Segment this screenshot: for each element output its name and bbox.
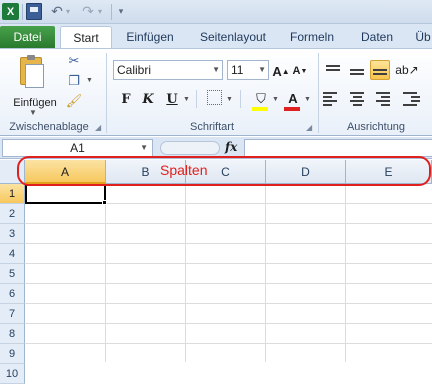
align-bottom-icon[interactable] <box>370 60 390 80</box>
underline-button[interactable]: U <box>164 89 180 109</box>
columns-annotation-outline <box>17 156 431 186</box>
fill-handle[interactable] <box>102 200 107 205</box>
font-color-dropdown-icon[interactable]: ▼ <box>304 96 311 103</box>
fill-color-dropdown-icon[interactable]: ▼ <box>272 96 279 103</box>
tab-start[interactable]: Start <box>60 26 112 48</box>
font-group-label: Schriftart <box>189 121 234 133</box>
grid-line <box>345 184 346 362</box>
grid-line <box>25 323 432 324</box>
grid-line <box>25 223 432 224</box>
active-cell-a1[interactable] <box>25 184 106 204</box>
formula-input[interactable] <box>244 139 432 157</box>
grid-line <box>265 184 266 362</box>
clipboard-group-label: Zwischenablage <box>9 121 89 133</box>
chevron-down-icon[interactable]: ▼ <box>140 140 148 156</box>
underline-dropdown-icon[interactable]: ▼ <box>183 96 190 103</box>
tab-data[interactable]: Daten <box>350 26 404 48</box>
orientation-icon[interactable]: ab↗ <box>395 60 418 80</box>
italic-button[interactable]: K <box>140 89 156 109</box>
worksheet-grid: A B C D E 1 2 3 4 5 6 7 8 9 10 <box>0 160 432 384</box>
customize-qat-icon[interactable]: ▾ <box>116 3 126 20</box>
formula-bar-splitter[interactable] <box>160 141 220 155</box>
fill-color-icon[interactable]: ⛉ <box>252 89 270 109</box>
fill-color-swatch <box>252 107 268 111</box>
toolbar-divider <box>196 90 197 108</box>
toolbar-divider <box>240 90 241 108</box>
ribbon-tabs: Datei Start Einfügen Seitenlayout Formel… <box>0 24 432 48</box>
decrease-indent-icon[interactable] <box>400 89 420 109</box>
format-painter-icon[interactable]: 🖌 <box>66 93 83 109</box>
row-header-2[interactable]: 2 <box>0 204 25 224</box>
grid-line <box>25 263 432 264</box>
chevron-down-icon[interactable]: ▼ <box>212 61 220 79</box>
font-size-combo[interactable]: 11 ▼ <box>227 60 269 80</box>
align-left-icon[interactable] <box>323 89 343 109</box>
insert-function-icon[interactable]: fx <box>225 140 237 154</box>
ribbon-body: Einfügen ▼ ✂ ❐ ▼ 🖌 Zwischenablage ◢ Cali… <box>0 48 432 136</box>
font-size-value: 11 <box>231 63 244 77</box>
copy-dropdown-icon[interactable]: ▼ <box>86 77 93 84</box>
tab-insert[interactable]: Einfügen <box>118 26 182 48</box>
clipboard-icon <box>20 55 44 88</box>
clipboard-launcher-icon[interactable]: ◢ <box>95 123 101 132</box>
row-header-6[interactable]: 6 <box>0 284 25 304</box>
font-name-combo[interactable]: Calibri ▼ <box>113 60 223 80</box>
font-name-value: Calibri <box>117 63 152 77</box>
align-right-icon[interactable] <box>370 89 390 109</box>
grid-line <box>105 184 106 362</box>
tab-page-layout[interactable]: Seitenlayout <box>192 26 274 48</box>
row-header-8[interactable]: 8 <box>0 324 25 344</box>
row-header-7[interactable]: 7 <box>0 304 25 324</box>
font-launcher-icon[interactable]: ◢ <box>306 123 312 132</box>
tab-review[interactable]: Üb <box>408 26 432 48</box>
row-header-1[interactable]: 1 <box>0 184 25 204</box>
row-header-3[interactable]: 3 <box>0 224 25 244</box>
excel-logo-icon[interactable]: X <box>2 3 19 20</box>
grid-line <box>185 184 186 362</box>
cut-icon[interactable]: ✂ <box>66 53 82 69</box>
qat-divider <box>111 4 112 20</box>
undo-dropdown-icon[interactable]: ▾ <box>64 3 72 20</box>
font-color-button[interactable]: A <box>284 88 302 108</box>
align-center-icon[interactable] <box>347 89 367 109</box>
paste-button[interactable]: Einfügen ▼ <box>10 55 57 117</box>
name-box[interactable]: A1 ▼ <box>2 139 153 157</box>
quick-access-toolbar: X ↶ ▾ ↷ ▾ ▾ <box>0 0 432 24</box>
paste-dropdown-icon[interactable]: ▼ <box>29 108 37 117</box>
row-header-4[interactable]: 4 <box>0 244 25 264</box>
bold-button[interactable]: F <box>118 89 134 109</box>
row-header-9[interactable]: 9 <box>0 344 25 364</box>
grid-line <box>25 243 432 244</box>
row-header-5[interactable]: 5 <box>0 264 25 284</box>
undo-icon[interactable]: ↶ <box>49 3 65 20</box>
borders-icon[interactable] <box>207 90 222 105</box>
align-middle-icon[interactable] <box>347 60 367 80</box>
group-divider <box>318 53 319 133</box>
grow-font-button[interactable]: A ▲ <box>272 61 289 81</box>
name-box-value: A1 <box>70 141 85 155</box>
shrink-font-button[interactable]: A ▼ <box>292 61 308 81</box>
font-color-swatch <box>284 107 300 111</box>
borders-dropdown-icon[interactable]: ▼ <box>226 96 233 103</box>
row-header-10[interactable]: 10 <box>0 364 25 384</box>
redo-icon[interactable]: ↷ <box>80 3 96 20</box>
columns-annotation-label: Spalten <box>160 162 208 178</box>
align-top-icon[interactable] <box>323 60 343 80</box>
tab-file[interactable]: Datei <box>0 26 55 48</box>
save-icon[interactable] <box>26 3 42 20</box>
alignment-group-label: Ausrichtung <box>346 121 406 133</box>
qat-divider <box>22 4 23 20</box>
redo-dropdown-icon[interactable]: ▾ <box>96 3 104 20</box>
grid-line <box>25 283 432 284</box>
copy-icon[interactable]: ❐ <box>66 73 82 89</box>
grid-line <box>25 303 432 304</box>
chevron-down-icon[interactable]: ▼ <box>258 61 266 79</box>
grid-line <box>25 343 432 344</box>
tab-formulas[interactable]: Formeln <box>284 26 340 48</box>
